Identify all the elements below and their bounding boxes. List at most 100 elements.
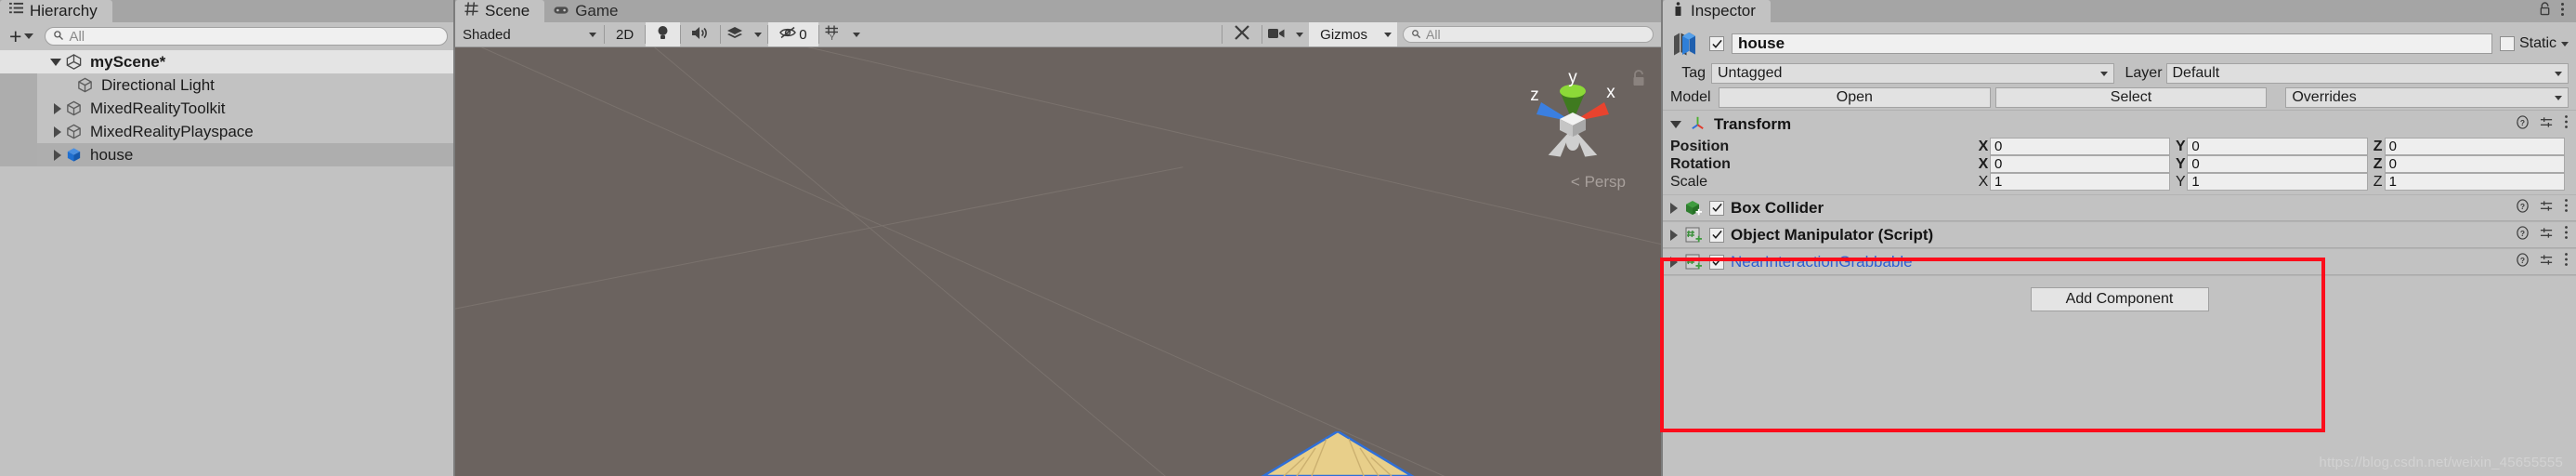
- object-name-input[interactable]: house: [1732, 33, 2492, 54]
- static-checkbox[interactable]: [2499, 36, 2515, 51]
- scene-camera-button[interactable]: [1262, 22, 1290, 46]
- transform-scale-row: Scale X 1 Y 1 Z 1: [1663, 173, 2576, 191]
- eye-off-icon: [779, 26, 797, 43]
- kebab-menu-icon[interactable]: [2560, 2, 2565, 21]
- scene-effects-toggle[interactable]: [721, 22, 749, 46]
- help-icon[interactable]: ?: [2516, 198, 2530, 218]
- scene-lighting-toggle[interactable]: [646, 22, 681, 46]
- hierarchy-row-scene[interactable]: myScene*: [0, 50, 453, 73]
- chevron-right-icon[interactable]: [1670, 229, 1678, 241]
- position-y-input[interactable]: 0: [2187, 138, 2368, 155]
- chevron-right-icon[interactable]: [54, 149, 61, 161]
- scale-z-input[interactable]: 1: [2384, 173, 2565, 191]
- rotation-y-input[interactable]: 0: [2187, 155, 2368, 173]
- rotation-y-value: 0: [2191, 156, 2200, 172]
- scene-effects-dropdown[interactable]: [749, 22, 767, 46]
- projection-mode-label[interactable]: < Persp: [1571, 173, 1626, 192]
- hierarchy-row-house[interactable]: house: [0, 143, 453, 166]
- kebab-menu-icon[interactable]: [2564, 198, 2569, 218]
- kebab-menu-icon[interactable]: [2564, 225, 2569, 245]
- help-icon[interactable]: ?: [2516, 225, 2530, 245]
- scene-camera-dropdown[interactable]: [1290, 22, 1309, 46]
- kebab-menu-icon[interactable]: [2564, 114, 2569, 134]
- transform-title: Transform: [1714, 114, 1792, 133]
- row-gutter: [0, 143, 37, 166]
- scale-y-input[interactable]: 1: [2187, 173, 2368, 191]
- scene-search-input[interactable]: All: [1403, 26, 1654, 43]
- grid-snap-dropdown[interactable]: [847, 22, 866, 46]
- model-row: Model Open Select Overrides: [1663, 86, 2576, 110]
- layer-dropdown[interactable]: Default: [2165, 63, 2569, 84]
- lock-icon[interactable]: [2539, 2, 2551, 20]
- rotation-x-input[interactable]: 0: [1990, 155, 2171, 173]
- hierarchy-row-mixedrealitytoolkit[interactable]: MixedRealityToolkit: [0, 97, 453, 120]
- house-model[interactable]: [1254, 430, 1421, 476]
- preset-icon[interactable]: [2540, 199, 2554, 218]
- object-enabled-checkbox[interactable]: [1709, 36, 1724, 51]
- chevron-down-icon[interactable]: [2561, 41, 2569, 46]
- hierarchy-row-mixedrealityplayspace[interactable]: MixedRealityPlayspace: [0, 120, 453, 143]
- position-x-input[interactable]: 0: [1990, 138, 2171, 155]
- transform-rotation-row: Rotation X 0 Y 0 Z 0: [1663, 155, 2576, 173]
- model-select-button[interactable]: Select: [1994, 87, 2268, 108]
- gizmos-button[interactable]: Gizmos: [1309, 22, 1379, 46]
- hierarchy-tree[interactable]: myScene* Directional Light MixedRealityT…: [0, 50, 453, 476]
- create-object-button[interactable]: +: [6, 25, 37, 46]
- tag-dropdown[interactable]: Untagged: [1711, 63, 2114, 84]
- scene-panel: Scene Game Shaded 2D 0 Y Gizmos All y x …: [455, 0, 1663, 476]
- draw-mode-label: Shaded: [463, 26, 511, 43]
- add-component-button[interactable]: Add Component: [2030, 286, 2209, 311]
- chevron-right-icon[interactable]: [54, 126, 61, 138]
- tab-scene[interactable]: Scene: [455, 0, 545, 22]
- scene-orientation-gizmo[interactable]: y x z: [1512, 60, 1633, 181]
- component-name[interactable]: NearInteractionGrabbable: [1731, 253, 1913, 271]
- component-enabled-checkbox[interactable]: [1709, 200, 1724, 216]
- inspector-icon: [1672, 2, 1684, 20]
- hierarchy-icon: [9, 2, 23, 20]
- component-enabled-checkbox[interactable]: [1709, 254, 1724, 270]
- scale-x-input[interactable]: 1: [1990, 173, 2171, 191]
- hierarchy-panel: Hierarchy + All myScene* Directional Lig…: [0, 0, 455, 476]
- hierarchy-row-directional-light[interactable]: Directional Light: [0, 73, 453, 97]
- hierarchy-search-input[interactable]: All: [45, 27, 448, 46]
- tab-game[interactable]: Game: [544, 0, 634, 22]
- chevron-down-icon: [589, 32, 596, 37]
- kebab-menu-icon[interactable]: [2564, 252, 2569, 271]
- grid-snap-button[interactable]: Y: [819, 22, 847, 46]
- static-toggle[interactable]: Static: [2499, 35, 2569, 52]
- rotation-z-input[interactable]: 0: [2384, 155, 2565, 173]
- help-icon[interactable]: ?: [2516, 252, 2530, 271]
- help-icon[interactable]: ?: [2516, 114, 2530, 134]
- component-enabled-checkbox[interactable]: [1709, 227, 1724, 243]
- component-row-box-collider[interactable]: Box Collider ?: [1663, 194, 2576, 221]
- tab-inspector[interactable]: Inspector: [1663, 0, 1771, 22]
- toggle-2d-button[interactable]: 2D: [605, 22, 645, 46]
- chevron-down-icon: [2555, 71, 2562, 76]
- preset-icon[interactable]: [2540, 115, 2554, 134]
- overrides-dropdown[interactable]: Overrides: [2285, 87, 2569, 108]
- transform-component-header[interactable]: Transform ?: [1663, 110, 2576, 138]
- chevron-right-icon[interactable]: [1670, 256, 1678, 268]
- gizmos-dropdown[interactable]: [1379, 22, 1397, 46]
- component-header-actions: ?: [2516, 225, 2569, 245]
- chevron-right-icon[interactable]: [1670, 202, 1678, 214]
- preset-icon[interactable]: [2540, 253, 2554, 271]
- component-row-nearinteractiongrabbable[interactable]: NearInteractionGrabbable ?: [1663, 248, 2576, 275]
- component-row-object-manipulator[interactable]: Object Manipulator (Script) ?: [1663, 221, 2576, 248]
- chevron-down-icon[interactable]: [1670, 120, 1681, 128]
- scene-audio-toggle[interactable]: [681, 22, 720, 46]
- model-open-button[interactable]: Open: [1719, 87, 1991, 108]
- tab-hierarchy[interactable]: Hierarchy: [0, 0, 112, 22]
- chevron-down-icon[interactable]: [50, 58, 61, 66]
- unlock-icon[interactable]: [1631, 70, 1646, 92]
- scene-viewport[interactable]: y x z < Persp: [455, 47, 1661, 476]
- box-collider-icon: [1684, 199, 1703, 218]
- component-name: Object Manipulator (Script): [1731, 225, 1934, 244]
- preset-icon[interactable]: [2540, 226, 2554, 245]
- draw-mode-dropdown[interactable]: Shaded: [455, 22, 604, 46]
- position-z-input[interactable]: 0: [2384, 138, 2565, 155]
- hierarchy-scene-label: myScene*: [90, 52, 166, 71]
- scene-tools-button[interactable]: [1223, 22, 1262, 46]
- chevron-right-icon[interactable]: [54, 102, 61, 114]
- hidden-objects-toggle[interactable]: 0: [768, 22, 818, 46]
